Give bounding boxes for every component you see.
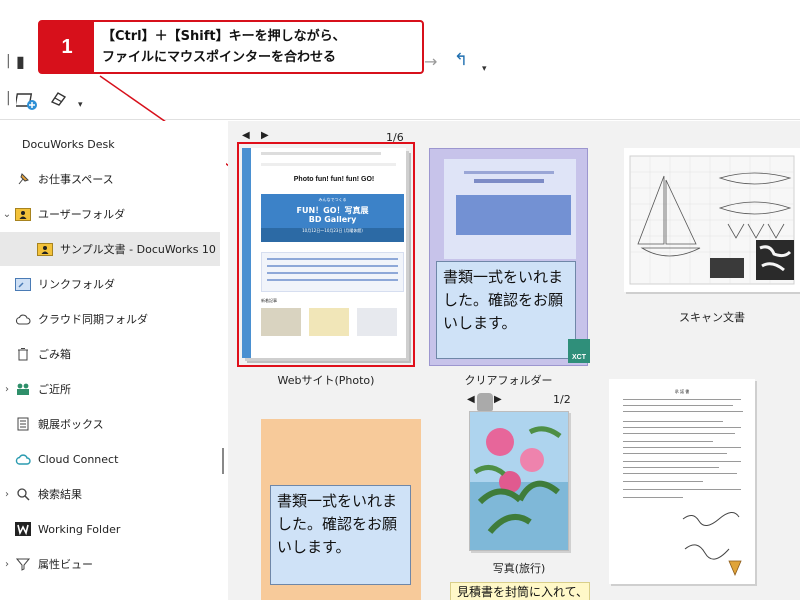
photo-sticky-note[interactable]: 見積書を封筒に入れて、: [450, 582, 590, 600]
document-label: 写真(旅行): [492, 562, 546, 575]
next-page-icon[interactable]: ▶: [261, 130, 269, 141]
navigation-sidebar: DocuWorks Desk お仕事スペース ⌄ ユーザーフォルダ サンプル文書…: [0, 121, 226, 600]
eraser-dropdown-icon[interactable]: ▾: [78, 100, 83, 110]
cloud-connect-icon: [14, 451, 32, 467]
boat-blueprint-drawing: [629, 155, 795, 285]
sidebar-item-label: クラウド同期フォルダ: [38, 313, 148, 326]
chevron-right-icon[interactable]: ›: [0, 489, 14, 500]
xct-file-badge: XCT: [568, 339, 590, 363]
chevron-down-icon[interactable]: ⌄: [0, 209, 14, 220]
document-label: クリアフォルダー: [464, 374, 553, 387]
scanned-document-thumbnail[interactable]: [624, 148, 800, 292]
sidebar-item-label: DocuWorks Desk: [22, 137, 115, 151]
callout-line-2: ファイルにマウスポインターを合わせる: [102, 50, 337, 65]
toolbar-separator: |: [6, 90, 11, 106]
chevron-right-icon[interactable]: ›: [0, 384, 14, 395]
document-thumbnail-area: ◀ ▶ 1/6 Photo fun! fun! fun! GO! みんなでつくる…: [228, 121, 800, 600]
document-label: Webサイト(Photo): [277, 374, 375, 387]
sidebar-item-cloud-sync-folder[interactable]: クラウド同期フォルダ: [0, 302, 220, 336]
travel-photo: [470, 412, 568, 550]
search-icon: [14, 486, 32, 502]
instruction-callout: 1 【Ctrl】＋【Shift】キーを押しながら、 ファイルにマウスポインターを…: [38, 20, 424, 74]
selection-highlight: [237, 142, 415, 367]
sidebar-scrollbar[interactable]: [222, 448, 224, 474]
sidebar-item-label: 親展ボックス: [38, 418, 104, 431]
next-page-icon[interactable]: ▶: [494, 394, 502, 405]
cloud-icon: [14, 311, 32, 327]
sidebar-item-label: 属性ビュー: [38, 558, 93, 571]
sidebar-item-trash[interactable]: ごみ箱: [0, 337, 220, 371]
page-count: 1/2: [553, 393, 571, 406]
sidebar-item-sample-documents[interactable]: サンプル文書 - DocuWorks 10: [0, 232, 220, 266]
letter-title: 承 諾 書: [674, 389, 690, 394]
book-icon[interactable]: ▮: [16, 54, 25, 70]
folder-inner-banner: [456, 195, 571, 235]
sidebar-item-neighborhood[interactable]: › ご近所: [0, 372, 220, 406]
sidebar-item-label: ユーザーフォルダ: [38, 208, 126, 221]
callout-text: 【Ctrl】＋【Shift】キーを押しながら、 ファイルにマウスポインターを合わ…: [102, 26, 346, 68]
sidebar-item-user-folder[interactable]: ⌄ ユーザーフォルダ: [0, 197, 220, 231]
clear-folder-thumbnail[interactable]: 書類一式をいれました。確認をお願いします。: [429, 148, 588, 366]
trash-icon: [14, 346, 32, 362]
sidebar-item-cloud-connect[interactable]: Cloud Connect: [0, 442, 220, 476]
pin-icon: [14, 171, 32, 187]
sidebar-item-label: お仕事スペース: [38, 173, 114, 186]
banner-sub-text: BD Gallery: [308, 215, 357, 224]
chevron-right-icon[interactable]: ›: [0, 559, 14, 570]
eraser-icon[interactable]: [48, 90, 68, 109]
sidebar-item-label: リンクフォルダ: [38, 278, 115, 291]
banner-date-text: 10月12日～10月23日 (月曜休館): [302, 228, 363, 233]
step-number-badge: 1: [40, 22, 94, 72]
sidebar-item-docuworks-desk[interactable]: DocuWorks Desk: [0, 127, 220, 161]
arrow-right-icon[interactable]: →: [424, 54, 437, 70]
toolbar-separator: |: [6, 53, 11, 69]
folder-inner-page: [444, 159, 576, 259]
handwritten-signature: [682, 512, 742, 577]
sidebar-item-work-space[interactable]: お仕事スペース: [0, 162, 220, 196]
working-folder-icon: [14, 521, 32, 537]
filter-icon: [14, 556, 32, 572]
folder-user-icon: [36, 241, 54, 257]
letter-document-thumbnail[interactable]: 承 諾 書: [609, 379, 755, 584]
people-icon: [14, 381, 32, 397]
folder-user-icon: [14, 206, 32, 222]
clip-icon: [477, 393, 493, 411]
sidebar-item-confidential-box[interactable]: 親展ボックス: [0, 407, 220, 441]
sidebar-item-attribute-view[interactable]: › 属性ビュー: [0, 547, 220, 581]
sidebar-item-label: ご近所: [38, 383, 71, 396]
prev-page-icon[interactable]: ◀: [242, 130, 250, 141]
up-arrow-icon[interactable]: ↰: [454, 52, 468, 69]
sidebar-item-label: Cloud Connect: [38, 452, 119, 466]
document-sticky-note[interactable]: 書類一式をいれました。確認をお願いします。: [270, 485, 411, 585]
folder-sticky-note[interactable]: 書類一式をいれました。確認をお願いします。: [436, 261, 576, 359]
sidebar-item-label: 検索結果: [38, 488, 82, 501]
sidebar-item-link-folder[interactable]: リンクフォルダ: [0, 267, 220, 301]
link-folder-icon: [14, 276, 32, 292]
prev-page-icon[interactable]: ◀: [467, 394, 475, 405]
photo-document-thumbnail[interactable]: [469, 411, 569, 551]
up-arrow-dropdown-icon[interactable]: ▾: [482, 64, 487, 74]
callout-line-1: 【Ctrl】＋【Shift】キーを押しながら、: [102, 29, 346, 44]
inbox-icon: [14, 416, 32, 432]
sidebar-item-label: ごみ箱: [38, 348, 71, 361]
orange-document-thumbnail[interactable]: 書類一式をいれました。確認をお願いします。: [261, 419, 421, 600]
sidebar-item-label: サンプル文書 - DocuWorks 10: [60, 243, 216, 256]
sidebar-item-working-folder[interactable]: Working Folder: [0, 512, 220, 546]
new-binder-icon[interactable]: [14, 90, 38, 113]
document-label: スキャン文書: [679, 311, 745, 324]
sidebar-item-label: Working Folder: [38, 522, 121, 536]
sidebar-item-search-results[interactable]: › 検索結果: [0, 477, 220, 511]
